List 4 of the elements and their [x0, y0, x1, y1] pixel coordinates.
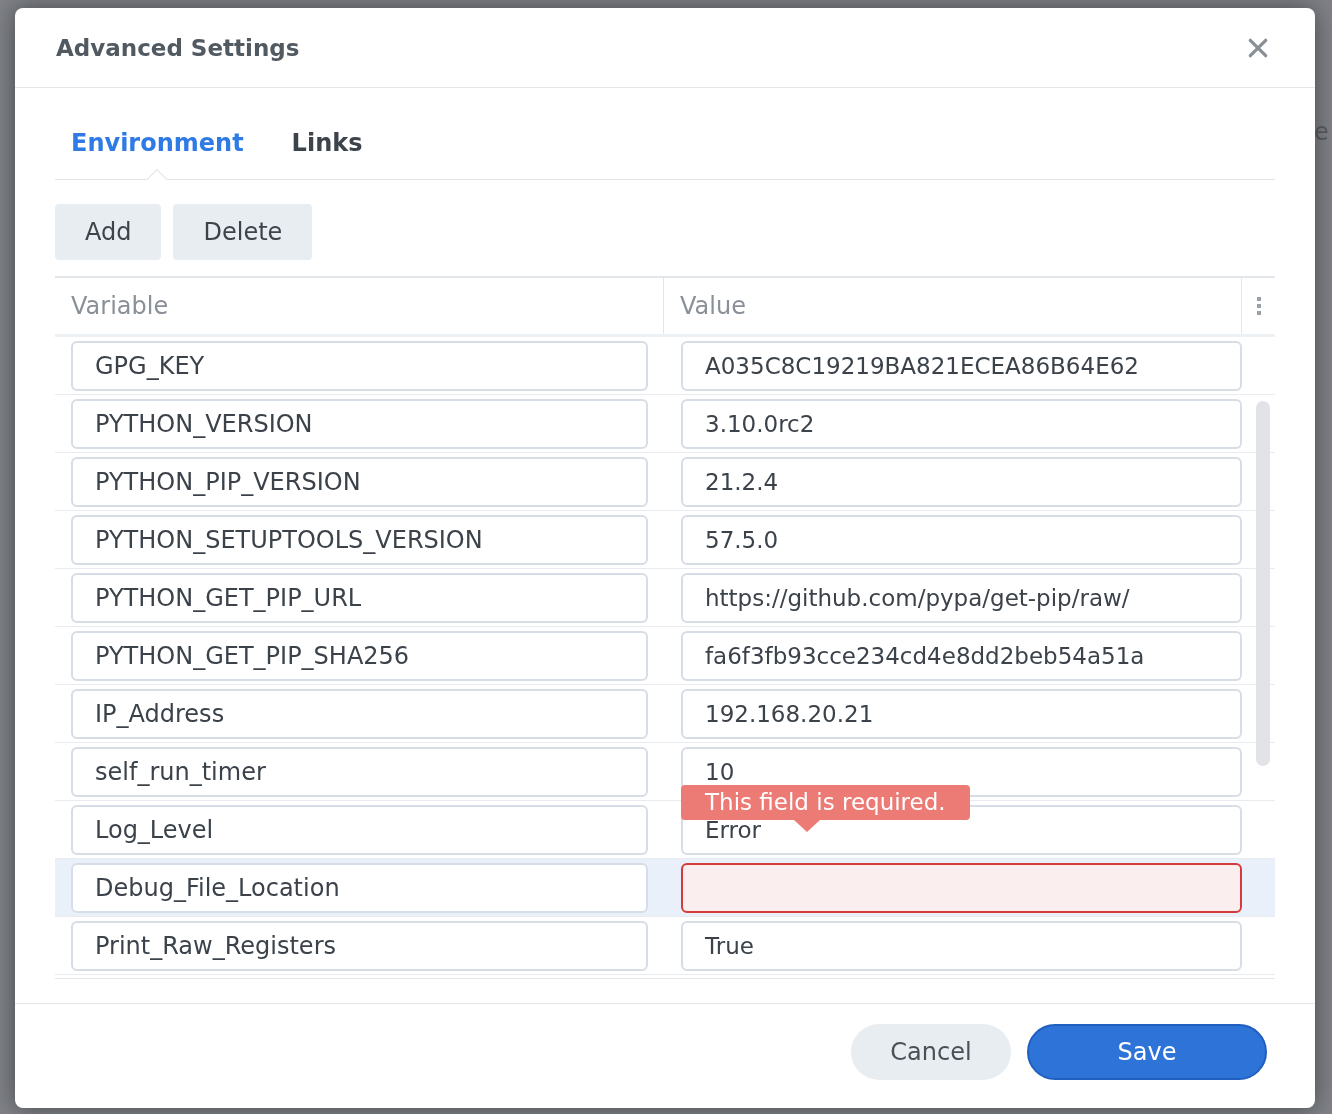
- dialog-title: Advanced Settings: [56, 34, 300, 61]
- error-tooltip: This field is required.: [681, 785, 970, 821]
- column-header: Value: [664, 278, 1242, 335]
- column-header: Variable: [55, 278, 664, 335]
